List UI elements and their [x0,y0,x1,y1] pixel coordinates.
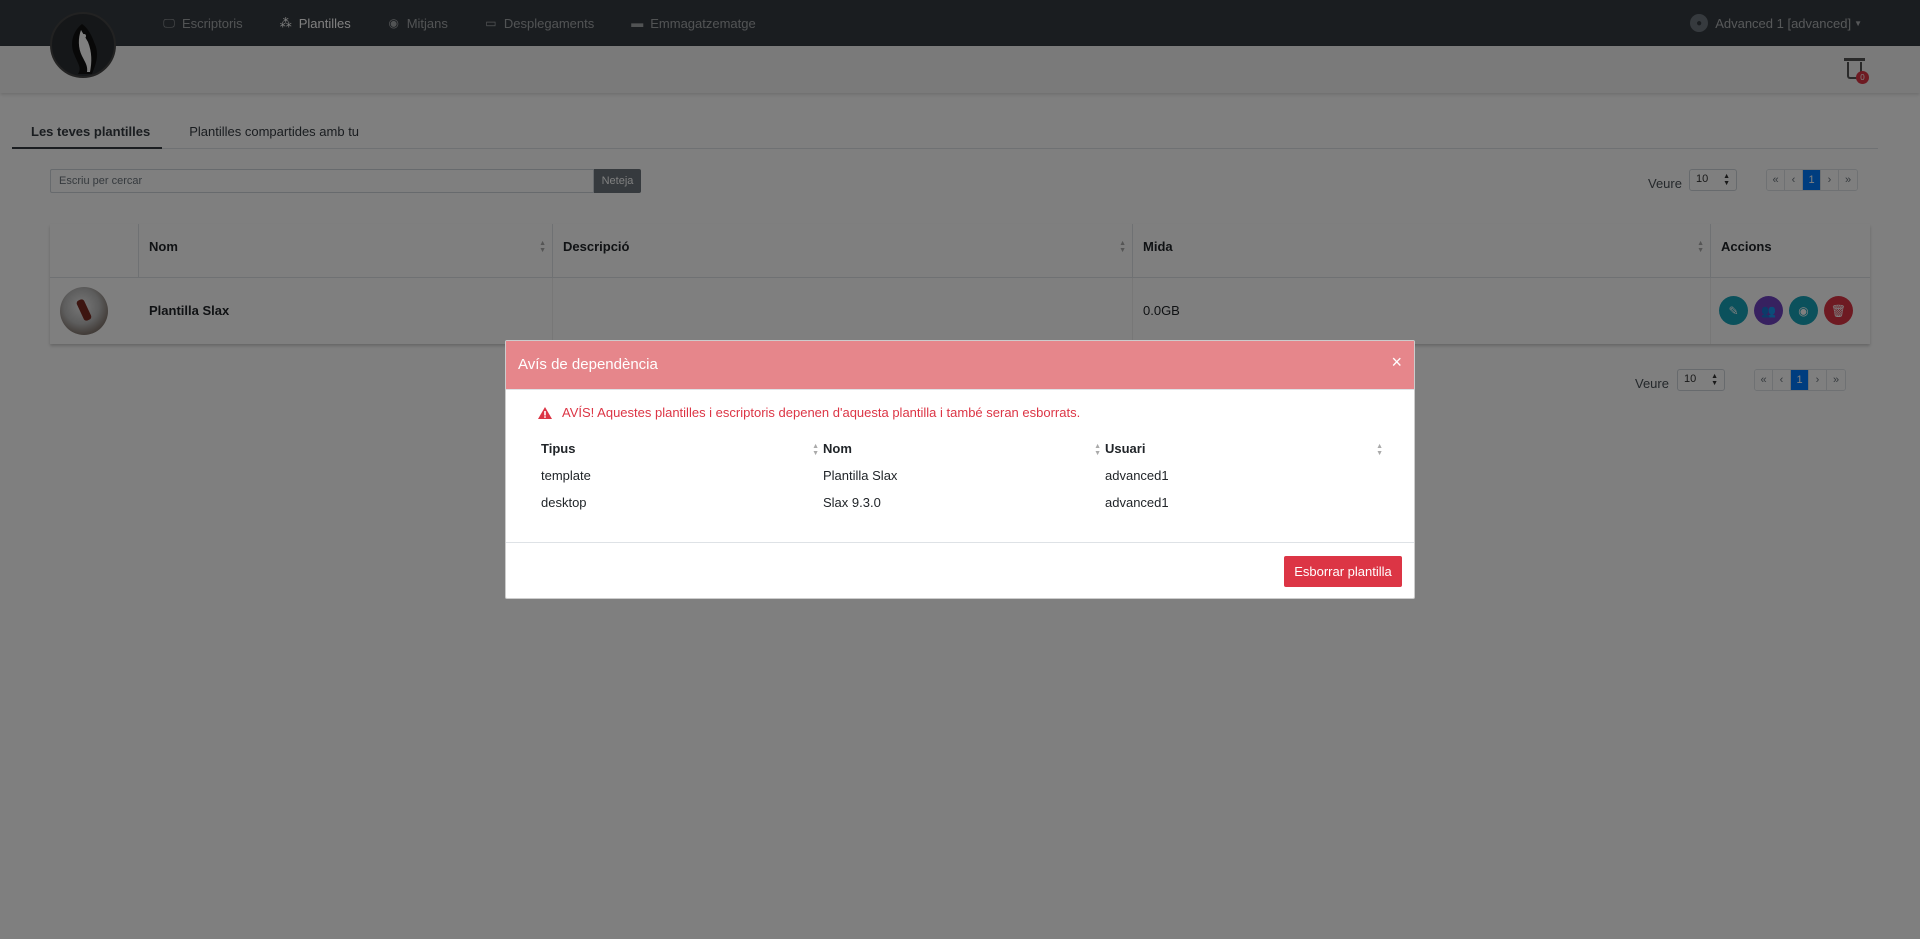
dep-column-header-type[interactable]: Tipus ▲ ▼ [541,441,819,461]
sort-icon: ▲▼ [1094,443,1101,457]
warning-triangle-icon [538,406,552,419]
warning-message: AVÍS! Aquestes plantilles i escriptoris … [538,405,1080,420]
dep-row-user: advanced1 [1105,468,1169,483]
dep-row-name: Plantilla Slax [823,468,898,483]
dep-row-type: template [541,468,591,483]
dep-row-type: desktop [541,495,587,510]
modal-title: Avís de dependència [518,356,658,373]
modal-header: Avís de dependència × [506,341,1414,390]
dependency-warning-modal: Avís de dependència × AVÍS! Aquestes pla… [505,340,1415,599]
dep-row-name: Slax 9.3.0 [823,495,881,510]
sort-icon: ▲▼ [1376,443,1383,457]
delete-template-button[interactable]: Esborrar plantilla [1284,556,1402,587]
dep-column-header-user[interactable]: Usuari ▲ ▼ [1105,441,1383,461]
warning-text: AVÍS! Aquestes plantilles i escriptoris … [562,405,1081,420]
modal-footer-divider [506,542,1414,543]
dep-row-user: advanced1 [1105,495,1169,510]
dep-column-header-name[interactable]: Nom ▲ ▼ [823,441,1101,461]
sort-icon: ▲▼ [812,443,819,457]
close-icon[interactable]: × [1391,353,1402,371]
